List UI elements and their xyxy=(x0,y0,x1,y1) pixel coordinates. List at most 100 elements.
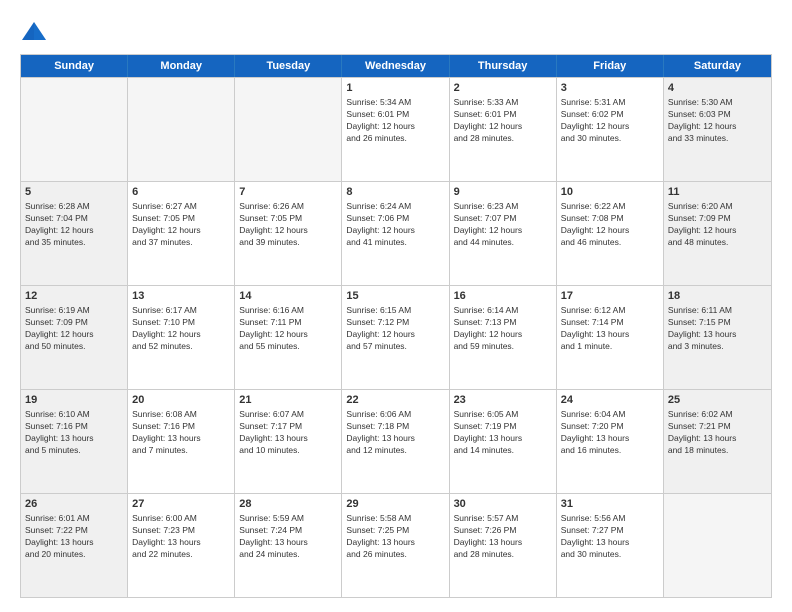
cell-info: Sunrise: 6:24 AM Sunset: 7:06 PM Dayligh… xyxy=(346,201,444,249)
calendar-cell: 30Sunrise: 5:57 AM Sunset: 7:26 PM Dayli… xyxy=(450,494,557,597)
cell-day-number: 27 xyxy=(132,497,230,512)
cell-info: Sunrise: 6:00 AM Sunset: 7:23 PM Dayligh… xyxy=(132,513,230,561)
cell-day-number: 25 xyxy=(668,393,767,408)
cell-day-number: 21 xyxy=(239,393,337,408)
logo xyxy=(20,18,52,46)
cell-info: Sunrise: 6:12 AM Sunset: 7:14 PM Dayligh… xyxy=(561,305,659,353)
cell-day-number: 26 xyxy=(25,497,123,512)
cell-info: Sunrise: 5:56 AM Sunset: 7:27 PM Dayligh… xyxy=(561,513,659,561)
calendar-row: 19Sunrise: 6:10 AM Sunset: 7:16 PM Dayli… xyxy=(21,389,771,493)
cell-info: Sunrise: 6:04 AM Sunset: 7:20 PM Dayligh… xyxy=(561,409,659,457)
cell-info: Sunrise: 6:11 AM Sunset: 7:15 PM Dayligh… xyxy=(668,305,767,353)
calendar-cell: 10Sunrise: 6:22 AM Sunset: 7:08 PM Dayli… xyxy=(557,182,664,285)
page: SundayMondayTuesdayWednesdayThursdayFrid… xyxy=(0,0,792,612)
cell-info: Sunrise: 6:02 AM Sunset: 7:21 PM Dayligh… xyxy=(668,409,767,457)
cell-info: Sunrise: 6:14 AM Sunset: 7:13 PM Dayligh… xyxy=(454,305,552,353)
header xyxy=(20,18,772,46)
cell-info: Sunrise: 6:05 AM Sunset: 7:19 PM Dayligh… xyxy=(454,409,552,457)
calendar-row: 5Sunrise: 6:28 AM Sunset: 7:04 PM Daylig… xyxy=(21,181,771,285)
cell-day-number: 6 xyxy=(132,185,230,200)
cell-day-number: 13 xyxy=(132,289,230,304)
cell-info: Sunrise: 6:06 AM Sunset: 7:18 PM Dayligh… xyxy=(346,409,444,457)
cell-day-number: 17 xyxy=(561,289,659,304)
calendar-cell: 3Sunrise: 5:31 AM Sunset: 6:02 PM Daylig… xyxy=(557,78,664,181)
cell-day-number: 7 xyxy=(239,185,337,200)
cell-day-number: 8 xyxy=(346,185,444,200)
calendar-cell: 7Sunrise: 6:26 AM Sunset: 7:05 PM Daylig… xyxy=(235,182,342,285)
calendar-cell: 25Sunrise: 6:02 AM Sunset: 7:21 PM Dayli… xyxy=(664,390,771,493)
calendar-cell: 14Sunrise: 6:16 AM Sunset: 7:11 PM Dayli… xyxy=(235,286,342,389)
calendar-cell: 4Sunrise: 5:30 AM Sunset: 6:03 PM Daylig… xyxy=(664,78,771,181)
cell-day-number: 10 xyxy=(561,185,659,200)
cell-day-number: 11 xyxy=(668,185,767,200)
calendar-cell: 28Sunrise: 5:59 AM Sunset: 7:24 PM Dayli… xyxy=(235,494,342,597)
cell-day-number: 24 xyxy=(561,393,659,408)
calendar-row: 26Sunrise: 6:01 AM Sunset: 7:22 PM Dayli… xyxy=(21,493,771,597)
calendar-cell: 27Sunrise: 6:00 AM Sunset: 7:23 PM Dayli… xyxy=(128,494,235,597)
cell-info: Sunrise: 6:17 AM Sunset: 7:10 PM Dayligh… xyxy=(132,305,230,353)
cell-day-number: 3 xyxy=(561,81,659,96)
cell-day-number: 9 xyxy=(454,185,552,200)
calendar-cell xyxy=(664,494,771,597)
cell-day-number: 14 xyxy=(239,289,337,304)
calendar-header-cell: Sunday xyxy=(21,55,128,77)
calendar-cell: 23Sunrise: 6:05 AM Sunset: 7:19 PM Dayli… xyxy=(450,390,557,493)
calendar-cell: 26Sunrise: 6:01 AM Sunset: 7:22 PM Dayli… xyxy=(21,494,128,597)
cell-info: Sunrise: 5:57 AM Sunset: 7:26 PM Dayligh… xyxy=(454,513,552,561)
calendar-cell: 19Sunrise: 6:10 AM Sunset: 7:16 PM Dayli… xyxy=(21,390,128,493)
cell-day-number: 31 xyxy=(561,497,659,512)
calendar-cell: 1Sunrise: 5:34 AM Sunset: 6:01 PM Daylig… xyxy=(342,78,449,181)
cell-info: Sunrise: 5:33 AM Sunset: 6:01 PM Dayligh… xyxy=(454,97,552,145)
cell-info: Sunrise: 6:08 AM Sunset: 7:16 PM Dayligh… xyxy=(132,409,230,457)
cell-day-number: 16 xyxy=(454,289,552,304)
cell-day-number: 15 xyxy=(346,289,444,304)
cell-info: Sunrise: 6:27 AM Sunset: 7:05 PM Dayligh… xyxy=(132,201,230,249)
cell-info: Sunrise: 5:59 AM Sunset: 7:24 PM Dayligh… xyxy=(239,513,337,561)
logo-icon xyxy=(20,18,48,46)
calendar-header-cell: Tuesday xyxy=(235,55,342,77)
cell-info: Sunrise: 6:15 AM Sunset: 7:12 PM Dayligh… xyxy=(346,305,444,353)
cell-info: Sunrise: 6:22 AM Sunset: 7:08 PM Dayligh… xyxy=(561,201,659,249)
cell-info: Sunrise: 6:23 AM Sunset: 7:07 PM Dayligh… xyxy=(454,201,552,249)
cell-info: Sunrise: 5:31 AM Sunset: 6:02 PM Dayligh… xyxy=(561,97,659,145)
calendar-header-cell: Saturday xyxy=(664,55,771,77)
calendar-cell: 8Sunrise: 6:24 AM Sunset: 7:06 PM Daylig… xyxy=(342,182,449,285)
cell-day-number: 2 xyxy=(454,81,552,96)
calendar-body: 1Sunrise: 5:34 AM Sunset: 6:01 PM Daylig… xyxy=(21,77,771,597)
calendar: SundayMondayTuesdayWednesdayThursdayFrid… xyxy=(20,54,772,598)
cell-day-number: 28 xyxy=(239,497,337,512)
calendar-cell: 24Sunrise: 6:04 AM Sunset: 7:20 PM Dayli… xyxy=(557,390,664,493)
calendar-cell: 13Sunrise: 6:17 AM Sunset: 7:10 PM Dayli… xyxy=(128,286,235,389)
calendar-header-cell: Thursday xyxy=(450,55,557,77)
cell-day-number: 19 xyxy=(25,393,123,408)
cell-day-number: 23 xyxy=(454,393,552,408)
cell-info: Sunrise: 6:07 AM Sunset: 7:17 PM Dayligh… xyxy=(239,409,337,457)
calendar-header: SundayMondayTuesdayWednesdayThursdayFrid… xyxy=(21,55,771,77)
calendar-cell: 11Sunrise: 6:20 AM Sunset: 7:09 PM Dayli… xyxy=(664,182,771,285)
calendar-header-cell: Monday xyxy=(128,55,235,77)
calendar-cell: 21Sunrise: 6:07 AM Sunset: 7:17 PM Dayli… xyxy=(235,390,342,493)
calendar-cell: 2Sunrise: 5:33 AM Sunset: 6:01 PM Daylig… xyxy=(450,78,557,181)
calendar-cell: 17Sunrise: 6:12 AM Sunset: 7:14 PM Dayli… xyxy=(557,286,664,389)
calendar-cell: 12Sunrise: 6:19 AM Sunset: 7:09 PM Dayli… xyxy=(21,286,128,389)
calendar-cell: 31Sunrise: 5:56 AM Sunset: 7:27 PM Dayli… xyxy=(557,494,664,597)
cell-info: Sunrise: 6:19 AM Sunset: 7:09 PM Dayligh… xyxy=(25,305,123,353)
cell-info: Sunrise: 5:58 AM Sunset: 7:25 PM Dayligh… xyxy=(346,513,444,561)
cell-info: Sunrise: 6:01 AM Sunset: 7:22 PM Dayligh… xyxy=(25,513,123,561)
cell-day-number: 29 xyxy=(346,497,444,512)
calendar-cell: 16Sunrise: 6:14 AM Sunset: 7:13 PM Dayli… xyxy=(450,286,557,389)
cell-info: Sunrise: 6:20 AM Sunset: 7:09 PM Dayligh… xyxy=(668,201,767,249)
calendar-cell: 9Sunrise: 6:23 AM Sunset: 7:07 PM Daylig… xyxy=(450,182,557,285)
cell-day-number: 5 xyxy=(25,185,123,200)
cell-day-number: 1 xyxy=(346,81,444,96)
calendar-cell: 22Sunrise: 6:06 AM Sunset: 7:18 PM Dayli… xyxy=(342,390,449,493)
calendar-header-cell: Wednesday xyxy=(342,55,449,77)
calendar-cell xyxy=(128,78,235,181)
calendar-row: 12Sunrise: 6:19 AM Sunset: 7:09 PM Dayli… xyxy=(21,285,771,389)
cell-day-number: 18 xyxy=(668,289,767,304)
calendar-cell: 15Sunrise: 6:15 AM Sunset: 7:12 PM Dayli… xyxy=(342,286,449,389)
cell-info: Sunrise: 6:16 AM Sunset: 7:11 PM Dayligh… xyxy=(239,305,337,353)
calendar-cell: 20Sunrise: 6:08 AM Sunset: 7:16 PM Dayli… xyxy=(128,390,235,493)
cell-day-number: 22 xyxy=(346,393,444,408)
calendar-cell xyxy=(235,78,342,181)
